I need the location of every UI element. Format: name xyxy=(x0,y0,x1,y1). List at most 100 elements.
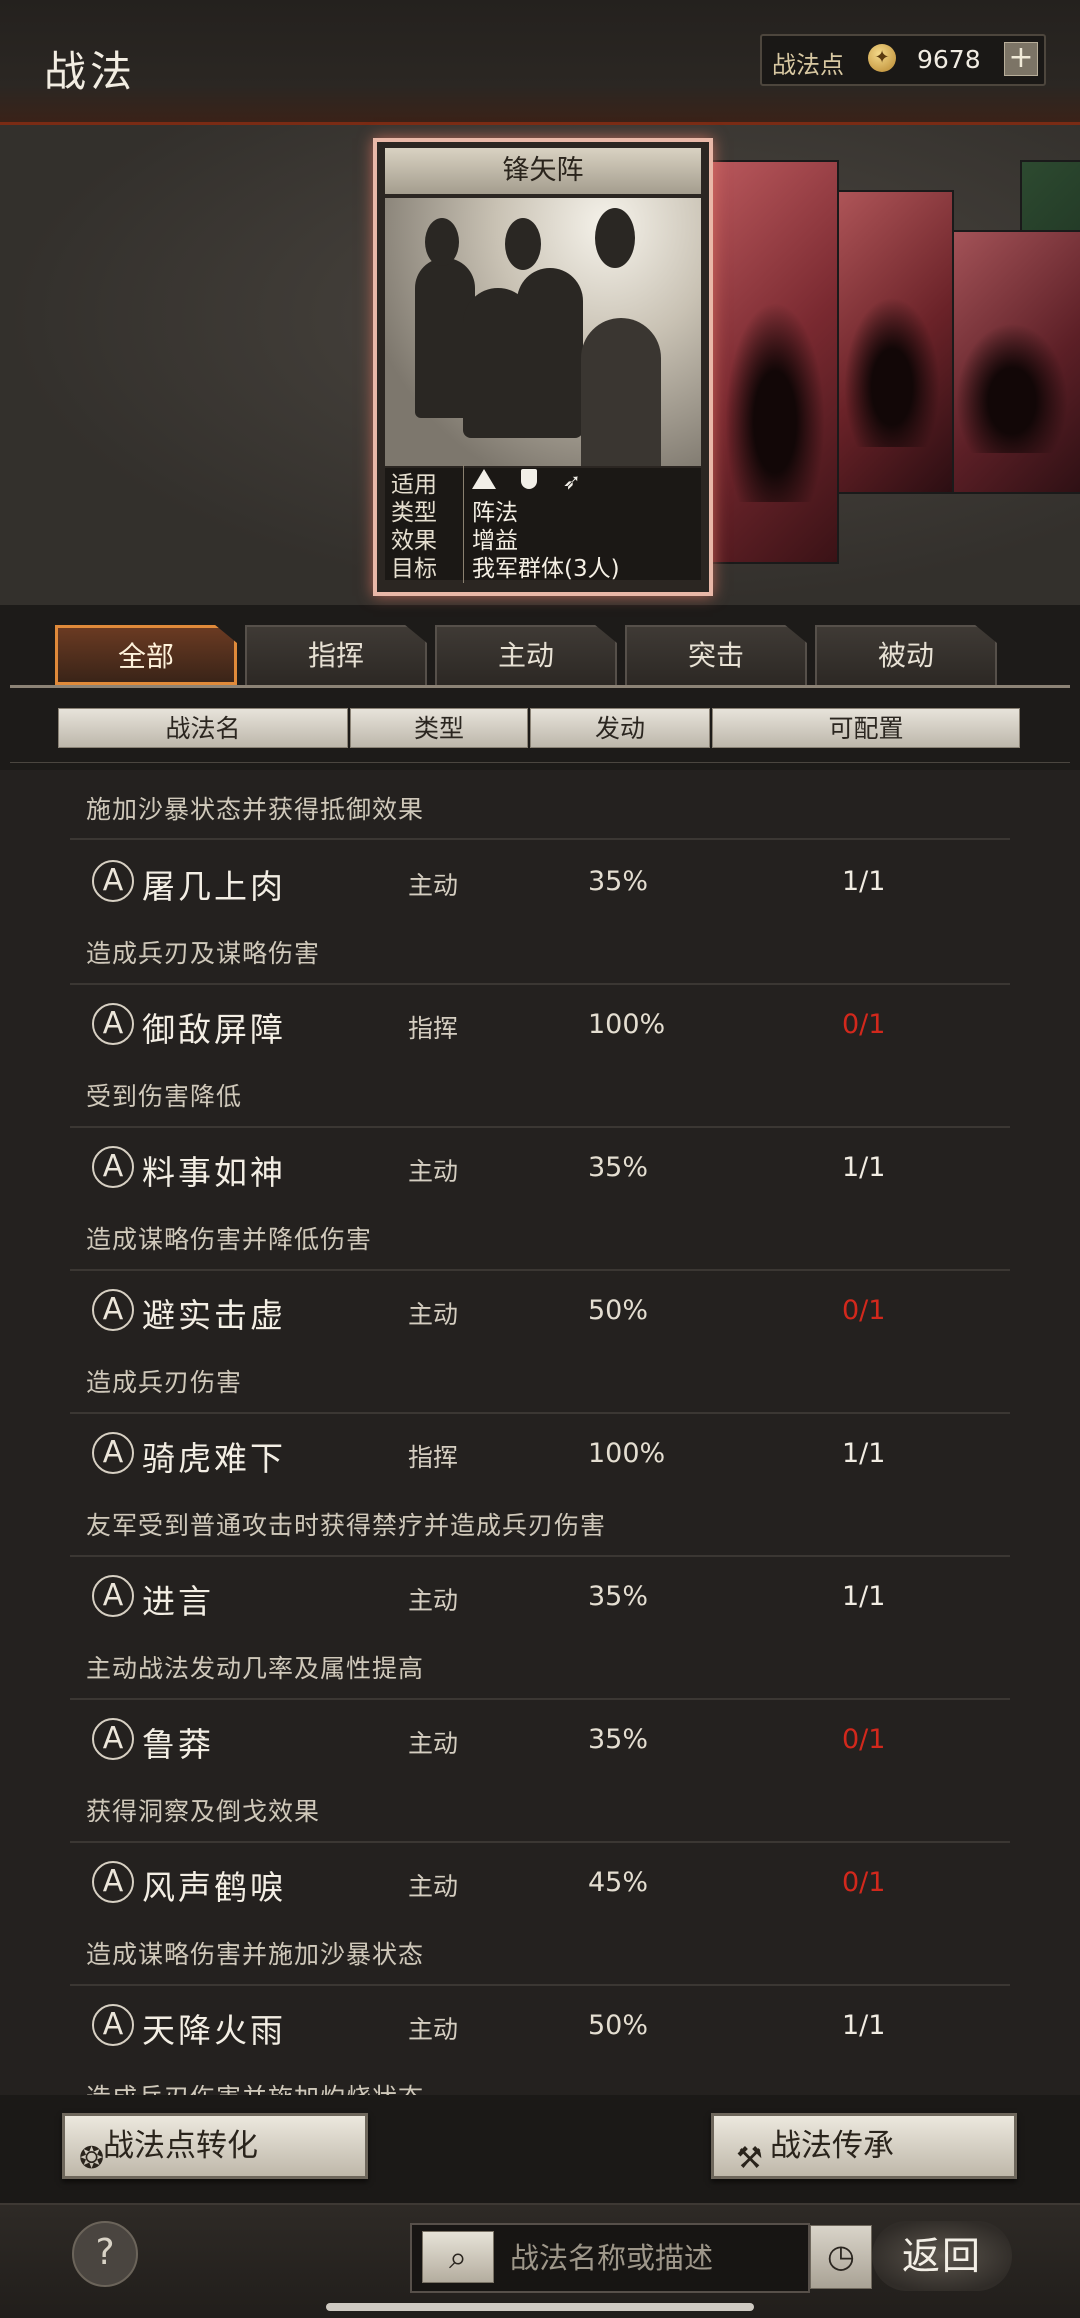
tactic-description: 获得洞察及倒戈效果 xyxy=(86,1797,321,1826)
page-title: 战法 xyxy=(44,47,137,96)
column-headers: 战法名 类型 发动 可配置 xyxy=(58,708,1020,748)
inherit-tactic-label: 战法传承 xyxy=(770,2128,894,2164)
search-icon: ⌕ xyxy=(449,2238,467,2276)
tab-divider xyxy=(10,685,1070,688)
grade-badge: A xyxy=(92,1861,134,1903)
card-info-row: 目标 我军群体(3人) xyxy=(385,549,701,583)
divider xyxy=(10,762,1070,763)
tactic-row[interactable]: A 御敌屏障 指挥 100% 0/1 受到伤害降低 xyxy=(0,985,1080,1128)
hammer-icon: ⚒ xyxy=(736,2141,763,2176)
unit-types: ➶ xyxy=(464,469,581,495)
tactic-type: 指挥 xyxy=(408,1443,459,1472)
tactic-name: 避实击虚 xyxy=(142,1296,286,1335)
tactic-chance: 35% xyxy=(588,866,649,897)
convert-points-button[interactable]: ❂ 战法点转化 xyxy=(62,2113,368,2179)
history-button[interactable]: ◷ xyxy=(810,2225,872,2289)
card-info-row: 适用 ➶ xyxy=(385,465,701,499)
search-button[interactable]: ⌕ xyxy=(422,2231,494,2283)
tactic-description: 造成谋略伤害并降低伤害 xyxy=(86,1225,373,1254)
tactic-row[interactable]: A天降火雨 主动 50% 1/1 造成兵刃伤害并施加灼烧状态 xyxy=(0,1986,1080,2095)
coin-icon: ✦ xyxy=(868,44,896,72)
grade-badge: A xyxy=(92,1289,134,1331)
tactic-type: 主动 xyxy=(408,1872,459,1901)
entry-description: 施加沙暴状态并获得抵御效果 xyxy=(86,795,425,824)
clock-icon: ◷ xyxy=(827,2237,855,2275)
grade-badge: A xyxy=(92,1003,134,1045)
tactic-chance: 35% xyxy=(588,1581,649,1612)
tactic-type: 主动 xyxy=(408,1586,459,1615)
grade-badge: A xyxy=(92,2004,134,2046)
tactic-card-back-1[interactable] xyxy=(710,160,839,564)
card-name: 锋矢阵 xyxy=(502,155,584,186)
header-type[interactable]: 类型 xyxy=(350,708,528,748)
tactic-row[interactable]: A 料事如神 主动 35% 1/1 造成谋略伤害并降低伤害 xyxy=(0,1128,1080,1271)
tactic-row[interactable]: A 屠几上肉 主动 35% 1/1 造成兵刃及谋略伤害 xyxy=(0,842,1080,985)
tactic-config-count: 0/1 xyxy=(842,1009,886,1040)
tab-all[interactable]: 全部 xyxy=(55,625,237,685)
tactic-chance: 35% xyxy=(588,1152,649,1183)
flame-icon: ❂ xyxy=(79,2141,105,2176)
tactic-name: 骑虎难下 xyxy=(142,1439,286,1478)
tactic-row[interactable]: A 避实击虚 主动 50% 0/1 造成兵刃伤害 xyxy=(0,1271,1080,1414)
tactic-config-count: 1/1 xyxy=(842,1581,886,1612)
tactic-type: 指挥 xyxy=(408,1014,459,1043)
tactic-type: 主动 xyxy=(408,2015,459,2044)
tactic-type: 主动 xyxy=(408,1157,459,1186)
add-points-button[interactable]: + xyxy=(1004,42,1038,76)
tactic-config-count: 1/1 xyxy=(842,1152,886,1183)
cavalry-icon xyxy=(472,469,496,489)
tactic-name: 天降火雨 xyxy=(142,2011,286,2050)
tactic-chance: 35% xyxy=(588,1724,649,1755)
tab-passive[interactable]: 被动 xyxy=(815,625,997,685)
tactic-row[interactable]: A 进言 主动 35% 1/1 主动战法发动几率及属性提高 xyxy=(0,1557,1080,1700)
tactic-name: 进言 xyxy=(142,1582,214,1621)
tactic-description: 受到伤害降低 xyxy=(86,1082,243,1111)
tactic-config-count: 1/1 xyxy=(842,2010,886,2041)
grade-badge: A xyxy=(92,1718,134,1760)
card-name-bar: 锋矢阵 xyxy=(385,148,701,194)
tactic-card-back-3[interactable] xyxy=(940,230,1080,494)
tactic-chance: 45% xyxy=(588,1867,649,1898)
card-info-row: 效果 增益 xyxy=(385,521,701,555)
info-value: 我军群体(3人) xyxy=(472,556,620,582)
featured-tactic-card[interactable]: 锋矢阵 适用 ➶ 类型 阵法 效果 增益 目标 我军群体(3人) xyxy=(373,138,713,596)
tactic-name: 屠几上肉 xyxy=(142,867,286,906)
tactic-points-value: 9678 xyxy=(917,45,981,74)
tactic-name: 鲁莽 xyxy=(142,1725,214,1764)
tactic-chance: 100% xyxy=(588,1438,666,1469)
help-button[interactable]: ? xyxy=(72,2221,138,2287)
tactic-description: 造成兵刃及谋略伤害 xyxy=(86,939,321,968)
convert-points-label: 战法点转化 xyxy=(103,2128,258,2164)
tactic-description: 主动战法发动几率及属性提高 xyxy=(86,1654,425,1683)
tactic-name: 风声鹤唳 xyxy=(142,1868,286,1907)
category-tabs: 全部 指挥 主动 突击 被动 xyxy=(55,625,1015,685)
header-chance[interactable]: 发动 xyxy=(530,708,710,748)
search-input[interactable] xyxy=(508,2233,802,2283)
back-button[interactable]: 返回 xyxy=(872,2221,1012,2291)
tactic-row[interactable]: A 风声鹤唳 主动 45% 0/1 造成谋略伤害并施加沙暴状态 xyxy=(0,1843,1080,1986)
tactic-name: 御敌屏障 xyxy=(142,1010,286,1049)
tactic-list[interactable]: 施加沙暴状态并获得抵御效果 A 屠几上肉 主动 35% 1/1 造成兵刃及谋略伤害 A 御敌屏… xyxy=(0,770,1080,2095)
tactic-config-count: 1/1 xyxy=(842,866,886,897)
inherit-tactic-button[interactable]: ⚒ 战法传承 xyxy=(711,2113,1017,2179)
tactic-points-label: 战法点 xyxy=(772,51,844,79)
grade-badge: A xyxy=(92,1575,134,1617)
spear-icon: ➶ xyxy=(562,470,582,495)
tactic-description: 造成兵刃伤害并施加灼烧状态 xyxy=(86,2078,424,2095)
info-key: 目标 xyxy=(385,549,464,583)
tactic-name: 料事如神 xyxy=(142,1153,286,1192)
card-info: 适用 ➶ 类型 阵法 效果 增益 目标 我军群体(3人) xyxy=(385,465,701,583)
tactic-chance: 100% xyxy=(588,1009,666,1040)
tab-active[interactable]: 主动 xyxy=(435,625,617,685)
tactic-points-box: 战法点 ✦ 9678 + xyxy=(760,34,1046,86)
tactic-row[interactable]: A 鲁莽 主动 35% 0/1 获得洞察及倒戈效果 xyxy=(0,1700,1080,1843)
header-name[interactable]: 战法名 xyxy=(58,708,348,748)
tactic-card-back-2[interactable] xyxy=(830,190,954,494)
tactic-description: 造成谋略伤害并施加沙暴状态 xyxy=(86,1940,425,1969)
home-indicator xyxy=(326,2303,754,2311)
tactic-description: 造成兵刃伤害 xyxy=(86,1368,243,1397)
header-configurable[interactable]: 可配置 xyxy=(712,708,1020,748)
tab-assault[interactable]: 突击 xyxy=(625,625,807,685)
tab-command[interactable]: 指挥 xyxy=(245,625,427,685)
tactic-row[interactable]: A 骑虎难下 指挥 100% 1/1 友军受到普通攻击时获得禁疗并造成兵刃伤害 xyxy=(0,1414,1080,1557)
